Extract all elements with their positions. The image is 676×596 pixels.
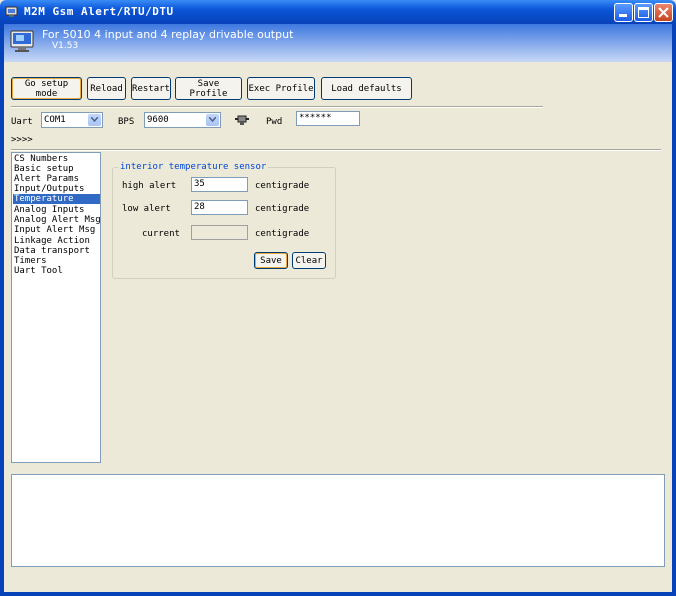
nav-item-analog-inputs[interactable]: Analog Inputs [13,205,100,215]
uart-dropdown-arrow[interactable] [88,114,101,126]
log-output-area[interactable] [11,474,665,567]
nav-item-linkage-action[interactable]: Linkage Action [13,236,100,246]
toolbar-separator [11,106,543,108]
high-alert-unit: centigrade [255,181,310,191]
device-icon [10,30,34,52]
bps-dropdown-arrow[interactable] [206,114,219,126]
header-description: For 5010 4 input and 4 replay drivable o… [42,28,294,41]
low-alert-input[interactable]: 28 [191,200,248,215]
save-profile-button[interactable]: Save Profile [175,77,242,100]
group-title: interior temperature sensor [118,162,269,172]
nav-item-data-transport[interactable]: Data transport [13,246,100,256]
nav-item-uart-tool[interactable]: Uart Tool [13,266,100,276]
save-button[interactable]: Save [254,252,288,269]
high-alert-label: high alert [122,181,177,191]
minimize-icon [619,14,627,17]
nav-item-temperature[interactable]: Temperature [13,194,100,204]
restart-button[interactable]: Restart [131,77,171,100]
uart-value: COM1 [44,115,66,125]
go-setup-mode-button[interactable]: Go setup mode [11,77,82,100]
high-alert-input[interactable]: 35 [191,177,248,192]
current-label: current [142,229,180,239]
maximize-button[interactable] [634,3,653,22]
window-title: M2M Gsm Alert/RTU/DTU [24,5,174,18]
nav-item-basic-setup[interactable]: Basic setup [13,164,100,174]
maximize-icon [638,7,649,18]
uart-label: Uart [11,117,33,127]
bps-label: BPS [118,117,135,127]
uart-select[interactable]: COM1 [41,112,103,128]
clear-button[interactable]: Clear [292,252,326,269]
close-icon [658,7,669,18]
chevron-down-icon [91,117,98,122]
minimize-button[interactable] [614,3,633,22]
status-indicator: >>>> [11,135,33,145]
nav-item-input-outputs[interactable]: Input/Outputs [13,184,100,194]
low-alert-label: low alert [122,204,171,214]
settings-nav-list[interactable]: CS Numbers Basic setup Alert Params Inpu… [11,152,101,463]
version-label: V1.53 [52,41,79,51]
load-defaults-button[interactable]: Load defaults [321,77,412,100]
nav-item-alert-params[interactable]: Alert Params [13,174,100,184]
content-separator [11,149,661,151]
title-bar[interactable]: M2M Gsm Alert/RTU/DTU [0,0,676,24]
window-frame-bottom [0,592,676,596]
current-temperature-field [191,225,248,240]
current-unit: centigrade [255,229,310,239]
window-frame-right [672,24,676,596]
reload-button[interactable]: Reload [87,77,126,100]
exec-profile-button[interactable]: Exec Profile [247,77,315,100]
password-input[interactable]: ****** [296,111,360,126]
nav-item-analog-alert-msg[interactable]: Analog Alert Msg [13,215,101,225]
pwd-label: Pwd [266,117,283,127]
nav-item-cs-numbers[interactable]: CS Numbers [13,154,100,164]
nav-item-timers[interactable]: Timers [13,256,100,266]
app-header: For 5010 4 input and 4 replay drivable o… [4,24,672,62]
window-frame-left [0,24,4,596]
connection-icon[interactable] [235,113,249,126]
app-icon [5,6,18,17]
nav-item-input-alert-msg[interactable]: Input Alert Msg [13,225,100,235]
bps-select[interactable]: 9600 [144,112,221,128]
close-button[interactable] [654,3,673,22]
low-alert-unit: centigrade [255,204,310,214]
chevron-down-icon [209,117,216,122]
bps-value: 9600 [147,115,169,125]
